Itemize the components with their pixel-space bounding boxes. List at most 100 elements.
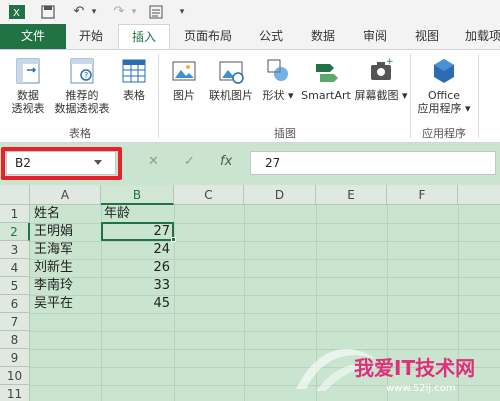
- shapes-button[interactable]: 形状 ▾: [258, 56, 298, 102]
- tab-home[interactable]: 开始: [66, 24, 116, 49]
- cancel-icon[interactable]: ✕: [148, 154, 159, 169]
- cell-b1[interactable]: 年龄: [104, 205, 130, 223]
- ribbon-tabs: 文件 开始 插入 页面布局 公式 数据 审阅 视图 加载项: [0, 24, 500, 50]
- office-apps-button[interactable]: Office 应用程序 ▾: [414, 56, 474, 115]
- row-header-8[interactable]: 8: [0, 331, 30, 349]
- watermark-logo: 我爱IT技术网 www.52ij.com: [296, 349, 475, 394]
- smartart-icon: [316, 64, 338, 82]
- redo-dropdown-icon[interactable]: ▾: [128, 3, 140, 21]
- tab-data[interactable]: 数据: [298, 24, 348, 49]
- column-header-f[interactable]: F: [387, 185, 458, 205]
- tab-file[interactable]: 文件: [0, 24, 66, 49]
- smartart-label: SmartArt: [301, 89, 351, 102]
- tab-formulas[interactable]: 公式: [246, 24, 296, 49]
- fx-icon[interactable]: fx: [220, 154, 232, 169]
- column-header-d[interactable]: D: [244, 185, 316, 205]
- cell-b3[interactable]: 24: [101, 241, 174, 259]
- cell-a3[interactable]: 王海军: [34, 241, 73, 259]
- shapes-icon: [267, 59, 288, 81]
- excel-logo-icon: X: [9, 5, 25, 19]
- group-label-apps: 应用程序: [422, 127, 466, 140]
- select-all-corner[interactable]: [0, 185, 30, 205]
- online-pictures-label: 联机图片: [209, 89, 253, 102]
- shapes-label: 形状 ▾: [262, 89, 294, 102]
- column-header-g[interactable]: [458, 185, 500, 205]
- recommended-pivot-button[interactable]: ? 推荐的 数据透视表: [52, 56, 112, 115]
- cell-a2[interactable]: 王明娟: [34, 223, 73, 241]
- tab-page-layout[interactable]: 页面布局: [172, 24, 244, 49]
- formula-input[interactable]: 27: [250, 151, 496, 175]
- cell-a4[interactable]: 刘新生: [34, 259, 73, 277]
- row-header-2[interactable]: 2: [0, 223, 30, 241]
- undo-dropdown-icon[interactable]: ▾: [88, 3, 100, 21]
- highlight-frame: [1, 147, 122, 180]
- pivot-table-label-1: 数据: [17, 89, 39, 102]
- office-apps-text: 应用程序: [417, 102, 462, 115]
- row-header-4[interactable]: 4: [0, 259, 30, 277]
- svg-text:X: X: [13, 8, 20, 19]
- screenshot-label: 屏幕截图 ▾: [354, 89, 408, 102]
- smartart-button[interactable]: SmartArt: [298, 56, 354, 102]
- cell-b6[interactable]: 45: [101, 295, 174, 313]
- ribbon: 数据 透视表 ? 推荐的 数据透视表 表格 表格 图片 联机图片 形状 ▾ Sm…: [0, 49, 500, 143]
- office-apps-label-1: Office: [427, 89, 461, 102]
- fill-handle[interactable]: [171, 237, 176, 242]
- watermark-url: www.52ij.com: [386, 383, 456, 394]
- formula-buttons: ✕ ✓ fx: [138, 151, 242, 175]
- column-header-c[interactable]: C: [174, 185, 244, 205]
- gridline: [244, 205, 245, 401]
- tab-addins[interactable]: 加载项: [454, 24, 500, 49]
- row-header-5[interactable]: 5: [0, 277, 30, 295]
- tab-review[interactable]: 审阅: [350, 24, 400, 49]
- group-separator: [158, 54, 159, 138]
- quick-access-toolbar: X ↶ ▾ ↷ ▾ ▾: [0, 0, 500, 24]
- column-header-a[interactable]: A: [30, 185, 101, 205]
- group-separator: [410, 54, 411, 138]
- screenshot-text: 屏幕截图: [354, 89, 399, 102]
- pivot-table-button[interactable]: 数据 透视表: [8, 56, 48, 115]
- row-header-9[interactable]: 9: [0, 349, 30, 367]
- table-label: 表格: [123, 89, 145, 102]
- cell-a5[interactable]: 李南玲: [34, 277, 73, 295]
- row-header-11[interactable]: 11: [0, 385, 30, 401]
- enter-icon[interactable]: ✓: [184, 154, 195, 169]
- office-apps-icon: [434, 59, 454, 83]
- row-header-1[interactable]: 1: [0, 205, 30, 223]
- customize-qat-icon[interactable]: ▾: [176, 3, 188, 21]
- row-header-3[interactable]: 3: [0, 241, 30, 259]
- active-cell-border: [101, 222, 174, 241]
- pivot-table-label-2: 透视表: [11, 102, 45, 115]
- screenshot-icon: +: [371, 57, 394, 80]
- cell-b4[interactable]: 26: [101, 259, 174, 277]
- worksheet-grid[interactable]: A B C D E F 1 2 3 4 5 6 7 8 9 10 11 姓名 年…: [0, 185, 500, 401]
- redo-icon[interactable]: ↷: [110, 3, 128, 21]
- form-icon[interactable]: [148, 3, 164, 21]
- shapes-text: 形状: [262, 89, 285, 102]
- row-header-10[interactable]: 10: [0, 367, 30, 385]
- group-separator: [478, 54, 479, 138]
- undo-icon[interactable]: ↶: [70, 3, 88, 21]
- tab-insert[interactable]: 插入: [118, 24, 170, 50]
- save-icon[interactable]: [40, 3, 56, 21]
- column-header-e[interactable]: E: [316, 185, 387, 205]
- column-header-b[interactable]: B: [101, 185, 174, 205]
- screenshot-button[interactable]: + 屏幕截图 ▾: [354, 56, 408, 102]
- cell-a1[interactable]: 姓名: [34, 205, 60, 223]
- recommended-pivot-label-2: 数据透视表: [54, 102, 110, 115]
- gridline: [174, 205, 175, 401]
- tab-view[interactable]: 视图: [402, 24, 452, 49]
- online-picture-icon: [219, 61, 244, 84]
- table-button[interactable]: 表格: [116, 56, 152, 102]
- row-header-6[interactable]: 6: [0, 295, 30, 313]
- recommended-pivot-icon: ?: [70, 58, 94, 84]
- cell-a6[interactable]: 吴平在: [34, 295, 73, 313]
- office-apps-label-2: 应用程序 ▾: [417, 102, 471, 115]
- online-pictures-button[interactable]: 联机图片: [204, 56, 258, 102]
- recommended-pivot-label-1: 推荐的: [65, 89, 99, 102]
- group-label-illustrations: 插图: [274, 127, 296, 140]
- cell-b5[interactable]: 33: [101, 277, 174, 295]
- svg-text:?: ?: [84, 71, 88, 80]
- pictures-button[interactable]: 图片: [164, 56, 204, 102]
- gridline: [30, 313, 500, 314]
- row-header-7[interactable]: 7: [0, 313, 30, 331]
